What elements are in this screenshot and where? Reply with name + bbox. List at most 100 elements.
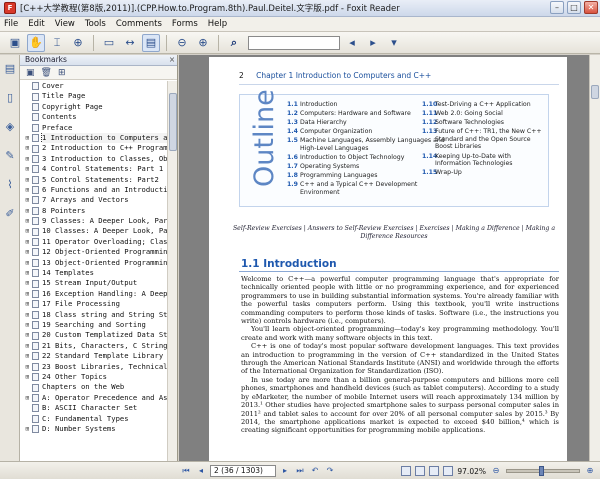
menu-edit[interactable]: Edit [28, 19, 44, 29]
first-page-icon[interactable]: ⏮ [180, 465, 192, 477]
next-page-icon[interactable]: ▸ [279, 465, 291, 477]
zoom-slider[interactable] [506, 466, 580, 476]
bookmark-item[interactable]: ⊞ A: Operator Precedence and Assoc [20, 393, 168, 403]
bookmark-item[interactable]: ⊞ 15 Stream Input/Output [20, 278, 168, 288]
bookmark-item[interactable]: Preface [20, 123, 168, 133]
expand-toggle-icon[interactable]: ⊞ [23, 268, 32, 278]
expand-bookmark-icon[interactable]: ▣ [26, 68, 35, 78]
bookmark-item[interactable]: ⊞ 18 Class string and String Stream Pr [20, 310, 168, 320]
bookmark-item[interactable]: Cover [20, 81, 168, 91]
expand-toggle-icon[interactable]: ⊞ [23, 278, 32, 288]
bookmark-item[interactable]: ⊞ 6 Functions and an Introduction to [20, 185, 168, 195]
zoom-out-small-icon[interactable]: ⊖ [490, 465, 502, 477]
select-text-icon[interactable]: ⌶ [48, 34, 66, 52]
menu-view[interactable]: View [55, 19, 75, 29]
find-icon[interactable]: ⌕ [225, 34, 243, 52]
bookmark-item[interactable]: B: ASCII Character Set [20, 403, 168, 413]
bookmark-item[interactable]: ⊞ 23 Boost Libraries, Technical Report [20, 362, 168, 372]
signatures-icon[interactable]: ✐ [2, 205, 18, 221]
search-prev-icon[interactable]: ◂ [343, 34, 361, 52]
zoom-out-icon[interactable]: ⊖ [173, 34, 191, 52]
expand-toggle-icon[interactable]: ⊞ [23, 195, 32, 205]
document-scroll-thumb[interactable] [591, 85, 599, 99]
bookmark-item[interactable]: ⊞ 22 Standard Template Library (STL [20, 351, 168, 361]
bookmark-item[interactable]: ⊞ 8 Pointers [20, 206, 168, 216]
bookmark-item[interactable]: ⊞ 11 Operator Overloading; Class strin [20, 237, 168, 247]
bookmark-item[interactable]: ⊞ 14 Templates [20, 268, 168, 278]
bookmark-item[interactable]: Contents [20, 112, 168, 122]
bookmark-item[interactable]: ⊞ 12 Object-Oriented Programming: I [20, 247, 168, 257]
expand-toggle-icon[interactable]: ⊞ [23, 216, 32, 226]
bookmark-item[interactable]: ⊞ 2 Introduction to C++ Programmin [20, 143, 168, 153]
expand-toggle-icon[interactable]: ⊞ [23, 247, 32, 257]
forward-icon[interactable]: ↷ [324, 465, 336, 477]
bookmark-item[interactable]: ⊞ 17 File Processing [20, 299, 168, 309]
expand-toggle-icon[interactable]: ⊞ [23, 143, 32, 153]
bookmark-item[interactable]: Chapters on the Web [20, 382, 168, 392]
menu-comments[interactable]: Comments [116, 19, 162, 29]
bookmarks-scrollbar[interactable] [167, 81, 177, 461]
zoom-in-tool-icon[interactable]: ⊕ [69, 34, 87, 52]
bookmark-item[interactable]: ⊞ D: Number Systems [20, 424, 168, 434]
expand-toggle-icon[interactable]: ⊞ [23, 226, 32, 236]
expand-toggle-icon[interactable]: ⊞ [23, 320, 32, 330]
bookmark-item[interactable]: Copyright Page [20, 102, 168, 112]
bookmark-item[interactable]: ⊞ 10 Classes: A Deeper Look, Part 2 [20, 226, 168, 236]
expand-toggle-icon[interactable]: ⊞ [23, 175, 32, 185]
fit-width-icon[interactable]: ↔ [121, 34, 139, 52]
expand-toggle-icon[interactable]: ⊞ [23, 154, 32, 164]
continuous-view-icon[interactable] [415, 466, 426, 476]
last-page-icon[interactable]: ⏭ [294, 465, 306, 477]
single-page-view-icon[interactable] [401, 466, 412, 476]
expand-toggle-icon[interactable]: ⊞ [23, 164, 32, 174]
expand-toggle-icon[interactable]: ⊞ [23, 206, 32, 216]
expand-toggle-icon[interactable]: ⊞ [23, 351, 32, 361]
hand-tool-icon[interactable]: ✋ [27, 33, 45, 52]
bookmark-item[interactable]: ⊞ 20 Custom Templatized Data Struct [20, 330, 168, 340]
fit-page-icon[interactable]: ▭ [100, 34, 118, 52]
bookmarks-icon[interactable]: ▯ [2, 89, 18, 105]
zoom-in-icon[interactable]: ⊕ [194, 34, 212, 52]
menu-help[interactable]: Help [208, 19, 227, 29]
expand-toggle-icon[interactable]: ⊞ [23, 393, 32, 403]
menu-forms[interactable]: Forms [172, 19, 198, 29]
close-button[interactable]: ✕ [584, 1, 598, 14]
bookmark-item[interactable]: ⊞ 24 Other Topics [20, 372, 168, 382]
back-icon[interactable]: ↶ [309, 465, 321, 477]
bookmark-item[interactable]: ⊞ 13 Object-Oriented Programming: P [20, 258, 168, 268]
bookmark-item[interactable]: Title Page [20, 91, 168, 101]
minimize-button[interactable]: – [550, 1, 564, 14]
bookmarks-scroll-thumb[interactable] [169, 93, 177, 151]
search-options-icon[interactable]: ▾ [385, 34, 403, 52]
menu-file[interactable]: File [4, 19, 18, 29]
zoom-slider-knob[interactable] [539, 466, 544, 476]
expand-toggle-icon[interactable]: ⊞ [23, 289, 32, 299]
close-panel-icon[interactable]: × [167, 55, 177, 65]
expand-toggle-icon[interactable]: ⊞ [23, 133, 32, 143]
expand-toggle-icon[interactable]: ⊞ [23, 237, 32, 247]
bookmark-item[interactable]: ⊞ 9 Classes: A Deeper Look, Part 1 [20, 216, 168, 226]
expand-toggle-icon[interactable]: ⊞ [23, 424, 32, 434]
expand-toggle-icon[interactable]: ⊞ [23, 341, 32, 351]
attachments-icon[interactable]: ⌇ [2, 176, 18, 192]
bookmark-item[interactable]: ⊞ 19 Searching and Sorting [20, 320, 168, 330]
expand-toggle-icon[interactable]: ⊞ [23, 299, 32, 309]
facing-view-icon[interactable] [429, 466, 440, 476]
bookmark-item[interactable]: C: Fundamental Types [20, 414, 168, 424]
bookmark-item[interactable]: ⊞ 21 Bits, Characters, C Strings and st [20, 341, 168, 351]
snapshot-icon[interactable]: ▣ [6, 34, 24, 52]
bookmark-item[interactable]: ⊞ 1 Introduction to Computers and C [20, 132, 168, 144]
bookmark-item[interactable]: ⊞ 5 Control Statements: Part2 [20, 175, 168, 185]
document-view[interactable]: 2 Chapter 1 Introduction to Computers an… [179, 55, 589, 461]
bookmark-item[interactable]: ⊞ 4 Control Statements: Part 1 [20, 164, 168, 174]
document-scrollbar[interactable] [589, 55, 600, 461]
expand-toggle-icon[interactable]: ⊞ [23, 258, 32, 268]
bookmark-item[interactable]: ⊞ 7 Arrays and Vectors [20, 195, 168, 205]
new-bookmark-icon[interactable]: ⊞ [58, 68, 66, 78]
expand-toggle-icon[interactable]: ⊞ [23, 372, 32, 382]
zoom-in-small-icon[interactable]: ⊕ [584, 465, 596, 477]
bookmark-item[interactable]: ⊞ 3 Introduction to Classes, Objects a [20, 154, 168, 164]
expand-toggle-icon[interactable]: ⊞ [23, 330, 32, 340]
layers-icon[interactable]: ◈ [2, 118, 18, 134]
search-input[interactable] [248, 35, 340, 50]
